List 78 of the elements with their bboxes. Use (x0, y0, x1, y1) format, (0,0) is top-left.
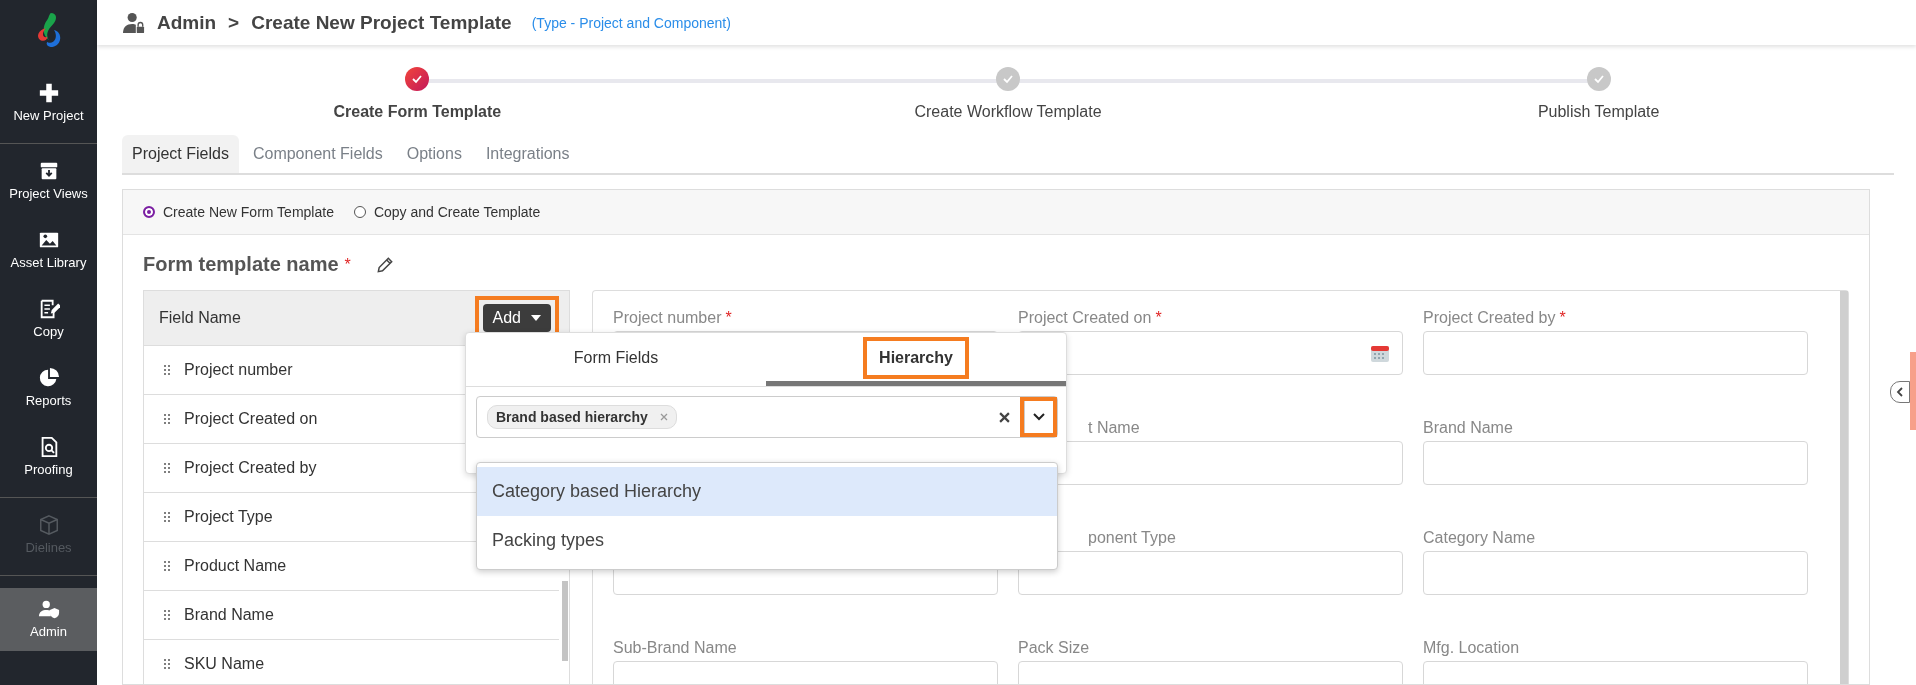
input-field[interactable] (1423, 441, 1808, 485)
input-field[interactable] (1018, 551, 1403, 595)
box-icon (37, 514, 60, 536)
close-icon[interactable] (659, 413, 668, 421)
field-label: Project Created by (1423, 309, 1556, 328)
user-lock-icon (123, 10, 145, 35)
sidebar-item[interactable]: New Project (0, 76, 97, 133)
field-label: Category Name (1423, 529, 1536, 548)
scrollbar-thumb[interactable] (562, 581, 568, 661)
field-label: Sub-Brand Name (613, 639, 737, 658)
tab[interactable]: Project Fields (122, 135, 239, 173)
drag-handle-icon[interactable] (164, 365, 170, 375)
popup-tab[interactable]: Form Fields (466, 333, 766, 386)
calendar-icon[interactable] (1370, 343, 1390, 363)
step-label: Publish Template (1537, 103, 1660, 121)
input-field[interactable] (1423, 551, 1808, 595)
breadcrumb-text: Create New Project Template (251, 11, 512, 34)
required-mark: * (1559, 309, 1566, 328)
field-label: Brand Name (1423, 419, 1513, 438)
drag-handle-icon[interactable] (164, 463, 170, 473)
column-header: Field Name (159, 309, 241, 327)
breadcrumb-text: Admin (157, 11, 217, 34)
field-name: Project Created on (184, 410, 318, 428)
radio-label: Create New Form Template (163, 204, 334, 220)
required-mark: * (725, 309, 732, 328)
field-name: Product Name (184, 557, 287, 575)
sidebar-item[interactable]: Project Views (0, 154, 97, 211)
drag-handle-icon[interactable] (164, 561, 170, 571)
collapse-handle[interactable] (1890, 381, 1910, 403)
sidebar-item[interactable]: Copy (0, 292, 97, 349)
field-name: Project number (184, 361, 293, 379)
highlight-frame: Hierarchy (863, 337, 969, 379)
field-label: Project number (613, 309, 722, 328)
tab[interactable]: Component Fields (242, 135, 393, 173)
radio-button[interactable] (143, 206, 155, 218)
breadcrumb-text: > (228, 11, 240, 34)
field-label: ponent Type (1088, 529, 1176, 548)
field-name: Project Type (184, 508, 273, 526)
step-label: Create Form Template (333, 103, 502, 121)
required-mark: * (344, 255, 351, 274)
field-label: t Name (1088, 419, 1140, 438)
template-type-text: (Type - Project and Component) (531, 14, 731, 31)
sidebar-item[interactable]: Admin (0, 588, 97, 651)
form-template-name-label: Form template name (143, 253, 339, 276)
add-button[interactable]: Add (482, 304, 551, 332)
field-name: Project Created by (184, 459, 317, 477)
sidebar-item[interactable]: Proofing (0, 430, 97, 487)
drag-handle-icon[interactable] (164, 414, 170, 424)
pencil-icon[interactable] (374, 254, 395, 275)
drag-handle-icon[interactable] (164, 512, 170, 522)
plus-icon (37, 82, 60, 104)
tab[interactable]: Integrations (475, 135, 580, 173)
required-mark: * (1155, 309, 1162, 328)
user-shield-icon (37, 598, 60, 620)
chip-label: Brand based hierarchy (496, 409, 648, 425)
field-label: Pack Size (1018, 639, 1090, 658)
caret-down-icon (531, 315, 541, 321)
scrollbar-thumb[interactable] (1840, 291, 1848, 684)
step-label: Create Workflow Template (914, 103, 1102, 121)
radio-label: Copy and Create Template (373, 204, 541, 220)
field-name: Brand Name (184, 606, 274, 624)
hierarchy-select[interactable]: Brand based hierarchy (476, 396, 1058, 438)
sidebar-item[interactable]: Asset Library (0, 223, 97, 280)
dropdown-option[interactable]: Packing types (477, 516, 1057, 565)
pie-chart-icon (37, 367, 60, 389)
popup-tab[interactable]: Hierarchy (766, 333, 1066, 386)
tab[interactable]: Options (396, 135, 472, 173)
input-field[interactable] (1423, 331, 1808, 375)
chevron-down-icon (1033, 413, 1045, 421)
drag-handle-icon[interactable] (164, 610, 170, 620)
drag-handle-icon[interactable] (164, 659, 170, 669)
clear-icon[interactable] (999, 411, 1010, 423)
dropdown-option[interactable]: Category based Hierarchy (477, 467, 1057, 516)
radio-button[interactable] (353, 206, 366, 218)
field-name: SKU Name (184, 655, 265, 673)
field-label: Project Created on (1018, 309, 1152, 328)
field-label: Mfg. Location (1423, 639, 1520, 658)
sidebar-item[interactable]: Reports (0, 361, 97, 418)
